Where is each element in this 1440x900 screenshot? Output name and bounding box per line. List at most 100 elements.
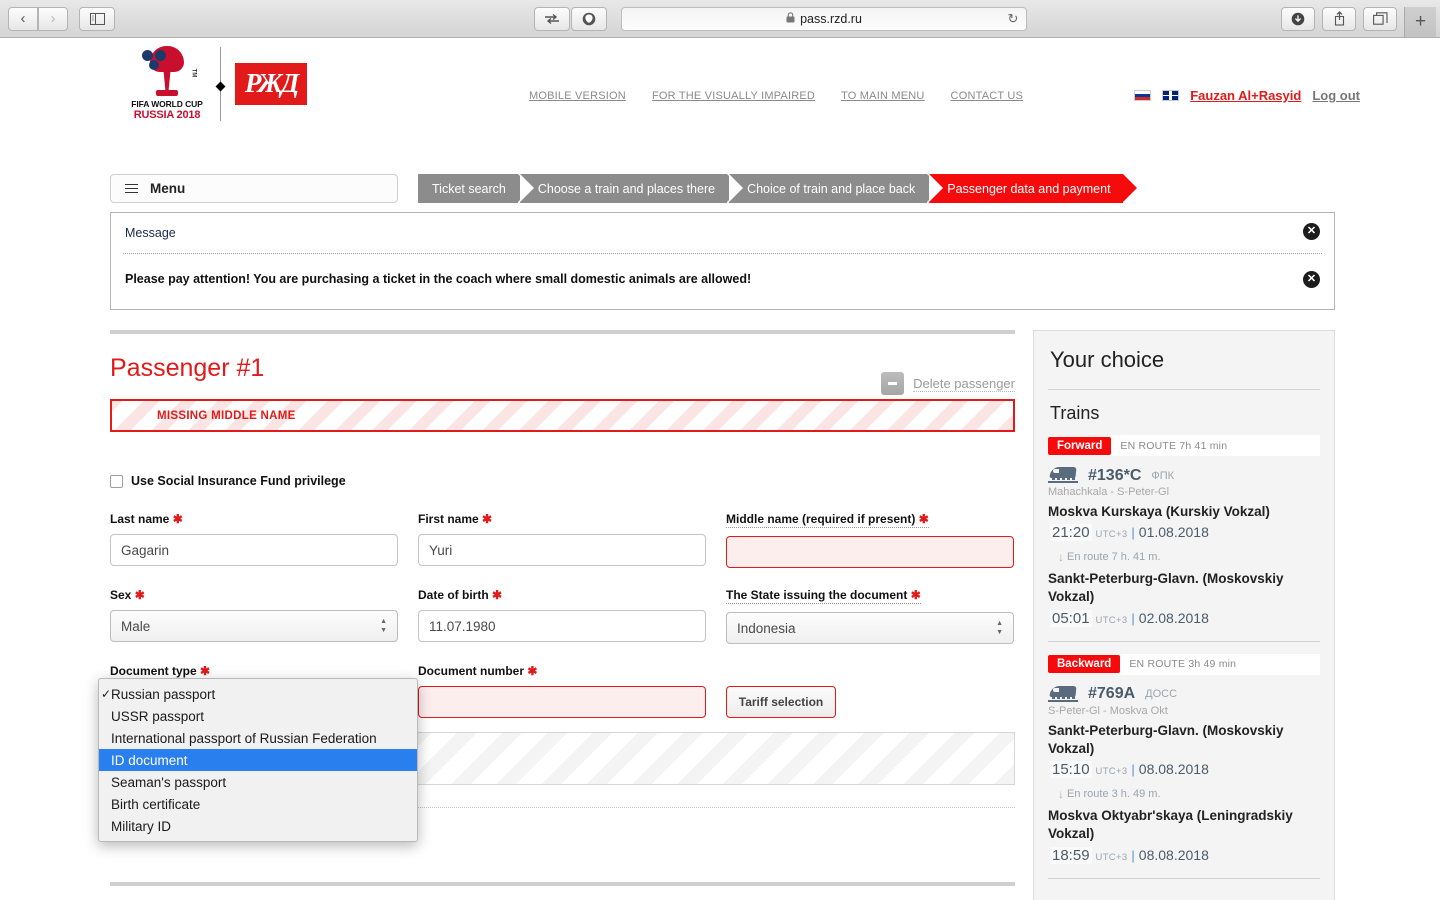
step-choose-train-there[interactable]: Choose a train and places there <box>519 174 742 203</box>
field-sex: Sex ✱ Male ▲ ▼ <box>110 586 398 644</box>
enroute-label: En route <box>1067 788 1109 801</box>
arrival-date: 02.08.2018 <box>1138 609 1209 626</box>
nav-buttons: ‹ › <box>8 6 69 31</box>
enroute-header: EN ROUTE 3h 49 min <box>1120 653 1320 675</box>
sidebar-toggle-button[interactable] <box>79 6 115 31</box>
header-links: MOBILE VERSION FOR THE VISUALLY IMPAIRED… <box>529 90 1023 102</box>
rzd-logo[interactable]: РЖД <box>235 62 307 105</box>
dropdown-option-russian-passport[interactable]: Russian passport <box>99 683 417 705</box>
dropdown-option-international-passport[interactable]: International passport of Russian Federa… <box>99 727 417 749</box>
user-area: Fauzan Al+Rasyid Log out <box>1134 88 1360 103</box>
step-passenger-data[interactable]: Passenger data and payment <box>929 174 1137 203</box>
russia-flag-icon[interactable] <box>1134 90 1152 101</box>
logo-group: TM FIFA WORLD CUP RUSSIA 2018 РЖД <box>128 46 307 121</box>
fifa-line2: RUSSIA 2018 <box>133 109 201 121</box>
url-hostname: pass.rzd.ru <box>800 11 862 26</box>
chevron-updown-icon: ▲ ▼ <box>380 618 387 634</box>
download-icon <box>1291 12 1305 25</box>
enroute-row: ↓ En route 3 h. 49 m. <box>1058 787 1320 801</box>
dropdown-option-birth-certificate[interactable]: Birth certificate <box>99 793 417 815</box>
state-select[interactable]: Indonesia ▲ ▼ <box>726 612 1014 644</box>
arrival-station: Moskva Oktyabr'skaya (Leningradskiy Vokz… <box>1048 808 1293 842</box>
privilege-checkbox-label: Use Social Insurance Fund privilege <box>131 474 346 488</box>
shield-button[interactable] <box>570 6 607 31</box>
uk-flag-icon[interactable] <box>1162 90 1180 101</box>
step-choose-train-back[interactable]: Choice of train and place back <box>729 174 942 203</box>
progress-steps: Ticket search Choose a train and places … <box>418 174 1137 203</box>
document-number-input[interactable] <box>418 686 706 718</box>
menu-label: Menu <box>150 181 186 196</box>
message-separator <box>123 253 1322 254</box>
train-number[interactable]: #769A <box>1088 685 1135 703</box>
dropdown-option-military-id[interactable]: Military ID <box>99 815 417 837</box>
new-tab-button[interactable]: + <box>1404 6 1436 37</box>
state-label: The State issuing the document ✱ <box>726 588 921 604</box>
middle-name-input[interactable] <box>726 536 1014 568</box>
arrival-time: 18:59 <box>1050 846 1092 864</box>
delete-passenger-control[interactable]: Delete passenger <box>881 372 1015 395</box>
menu-button[interactable]: Menu <box>110 174 398 203</box>
details-fields-row: Sex ✱ Male ▲ ▼ Date of birth ✱ 11.07.1980… <box>110 586 1015 644</box>
share-button[interactable] <box>1322 6 1356 31</box>
arrival-time: 05:01 <box>1050 609 1092 627</box>
train-number[interactable]: #136*C <box>1088 467 1141 485</box>
dropdown-option-id-document[interactable]: ID document <box>99 749 417 771</box>
first-name-input[interactable]: Yuri <box>418 534 706 566</box>
time-date-separator: | <box>1131 847 1135 863</box>
document-number-label: Document number ✱ <box>418 664 538 678</box>
departure-station: Sankt-Peterburg-Glavn. (Moskovskiy Vokza… <box>1048 722 1284 756</box>
address-bar[interactable]: pass.rzd.ru ↻ <box>620 6 1028 31</box>
field-last-name: Last name ✱ Gagarin <box>110 510 398 568</box>
date-of-birth-label: Date of birth ✱ <box>418 588 503 602</box>
sex-label: Sex ✱ <box>110 588 145 602</box>
back-button[interactable]: ‹ <box>8 6 38 31</box>
sex-select[interactable]: Male ▲ ▼ <box>110 610 398 642</box>
document-type-dropdown[interactable]: Russian passport USSR passport Internati… <box>98 678 418 842</box>
train-card-forward: Forward EN ROUTE 7h 41 min #136*C ФПК Ma… <box>1048 435 1320 627</box>
privilege-checkbox-row[interactable]: Use Social Insurance Fund privilege <box>110 474 1015 488</box>
field-document-number: Document number ✱ <box>418 662 706 720</box>
arrival-time-row: 18:59 UTC+3 | 08.08.2018 <box>1050 846 1320 864</box>
user-name-link[interactable]: Fauzan Al+Rasyid <box>1190 88 1301 103</box>
total-price-row: Total 7 748 ₽ <box>1048 891 1320 900</box>
chevron-left-icon: ‹ <box>20 10 26 27</box>
enroute-header: EN ROUTE 7h 41 min <box>1111 435 1320 456</box>
fifa-world-cup-logo: TM FIFA WORLD CUP RUSSIA 2018 <box>128 46 206 121</box>
fifa-trophy-icon: TM <box>128 46 206 98</box>
enroute-duration: 7 h. 41 m. <box>1111 551 1161 564</box>
logout-link[interactable]: Log out <box>1312 88 1360 103</box>
arrow-down-icon: ↓ <box>1058 550 1064 565</box>
close-icon[interactable]: ✕ <box>1303 223 1320 240</box>
last-name-input[interactable]: Gagarin <box>110 534 398 566</box>
dropdown-option-seamans-passport[interactable]: Seaman's passport <box>99 771 417 793</box>
field-first-name: First name ✱ Yuri <box>418 510 706 568</box>
tabs-button[interactable] <box>1363 6 1397 31</box>
link-main-menu[interactable]: TO MAIN MENU <box>841 90 924 102</box>
departure-station: Moskva Kurskaya (Kurskiy Vokzal) <box>1048 504 1270 519</box>
link-visually-impaired[interactable]: FOR THE VISUALLY IMPAIRED <box>652 90 815 102</box>
section-divider <box>110 330 1015 334</box>
departure-time-row: 15:10 UTC+3 | 08.08.2018 <box>1050 761 1320 779</box>
close-icon[interactable]: ✕ <box>1303 271 1320 288</box>
date-of-birth-input[interactable]: 11.07.1980 <box>418 610 706 642</box>
link-mobile-version[interactable]: MOBILE VERSION <box>529 90 626 102</box>
forward-button[interactable]: › <box>38 6 68 31</box>
tariff-selection-button[interactable]: Tariff selection <box>726 686 836 718</box>
direction-badge: Forward <box>1048 436 1112 455</box>
reload-icon[interactable]: ↻ <box>1007 11 1018 27</box>
privilege-checkbox[interactable] <box>110 474 123 488</box>
departure-utc: UTC+3 <box>1095 529 1128 541</box>
train-path: Mahachkala - S-Peter-Gl <box>1048 486 1170 498</box>
arrival-date: 08.08.2018 <box>1138 846 1209 863</box>
download-button[interactable] <box>1281 6 1315 31</box>
shuffle-button[interactable] <box>533 6 570 31</box>
dropdown-option-ussr-passport[interactable]: USSR passport <box>99 705 417 727</box>
field-state: The State issuing the document ✱ Indones… <box>726 586 1014 644</box>
step-ticket-search[interactable]: Ticket search <box>418 174 532 203</box>
train-operator: ДОСС <box>1145 688 1178 701</box>
link-contact-us[interactable]: CONTACT US <box>951 90 1024 102</box>
delete-passenger-label[interactable]: Delete passenger <box>913 376 1015 392</box>
sidebar-section-trains: Trains <box>1050 403 1100 423</box>
shield-icon <box>582 12 595 25</box>
minus-icon[interactable] <box>881 372 905 395</box>
